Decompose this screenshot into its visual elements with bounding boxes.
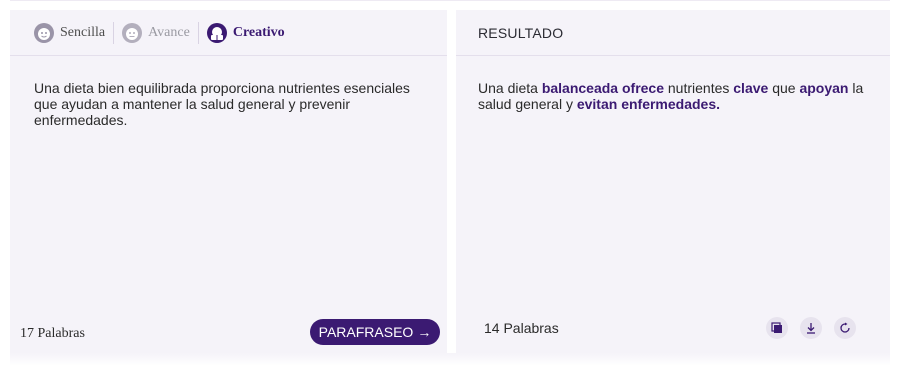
neutral-face-icon — [122, 22, 143, 43]
input-word-count: 17 Palabras — [20, 326, 85, 341]
result-title: RESULTADO — [478, 24, 564, 41]
result-header: RESULTADO — [456, 10, 890, 56]
result-segment: Una dieta — [478, 80, 542, 96]
download-button[interactable] — [800, 317, 822, 339]
mode-creativo[interactable]: Creativo — [206, 22, 285, 43]
paraphrase-button[interactable]: PARAFRASEO → — [310, 319, 440, 345]
result-segment-bold: balanceada ofrece — [541, 80, 664, 96]
paraphrase-button-label: PARAFRASEO — [318, 324, 414, 340]
result-segment: que — [768, 80, 800, 96]
result-actions — [766, 317, 856, 339]
reader-face-icon — [206, 22, 227, 43]
result-segment-bold: clave — [733, 80, 769, 96]
input-panel: Sencilla Avance Creativo Una dieta bien … — [10, 10, 447, 353]
mode-sencilla-label: Sencilla — [60, 24, 106, 40]
top-divider — [10, 0, 890, 1]
panel-shadow — [10, 353, 890, 366]
smile-face-icon — [34, 22, 54, 43]
download-icon — [807, 323, 815, 334]
refresh-button[interactable] — [834, 317, 856, 339]
input-text[interactable]: Una dieta bien equilibrada proporciona n… — [34, 80, 419, 128]
paraphraser-app: Sencilla Avance Creativo Una dieta bien … — [0, 0, 900, 366]
mode-separator — [113, 21, 115, 44]
mode-avance[interactable]: Avance — [122, 22, 190, 43]
copy-icon — [771, 322, 782, 333]
result-panel: RESULTADO Una dieta balanceada ofrece nu… — [456, 10, 890, 353]
copy-button[interactable] — [766, 317, 788, 339]
mode-avance-label: Avance — [148, 24, 190, 40]
refresh-icon — [840, 322, 850, 333]
result-segment-bold: apoyan — [799, 80, 849, 96]
mode-selector: Sencilla Avance Creativo — [10, 10, 447, 56]
result-segment: nutrientes — [664, 80, 734, 96]
mode-sencilla[interactable]: Sencilla — [34, 22, 106, 43]
result-segment-bold: evitan enfermedades. — [576, 96, 721, 112]
arrow-right-icon: → — [417, 324, 432, 340]
result-word-count: 14 Palabras — [484, 320, 559, 336]
mode-separator — [197, 21, 199, 44]
mode-creativo-label: Creativo — [232, 24, 285, 40]
result-text: Una dieta balanceada ofrece nutrientes c… — [478, 80, 873, 112]
